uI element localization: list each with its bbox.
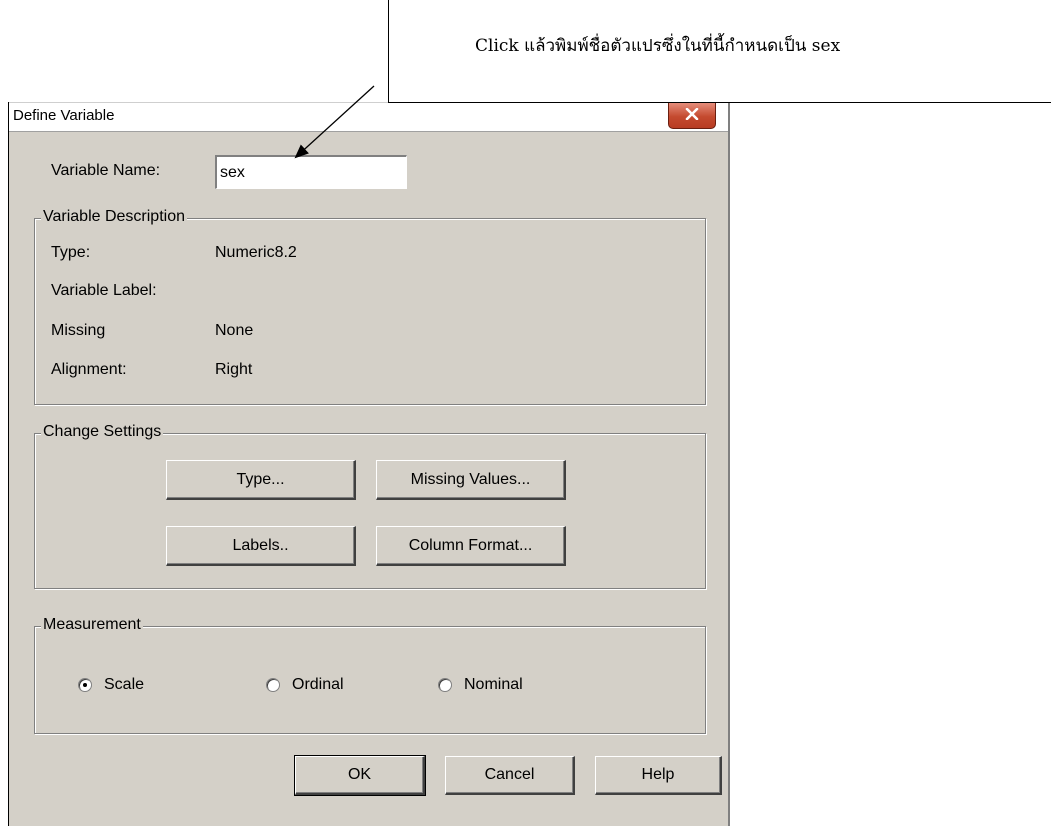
callout-arrow <box>294 85 375 159</box>
